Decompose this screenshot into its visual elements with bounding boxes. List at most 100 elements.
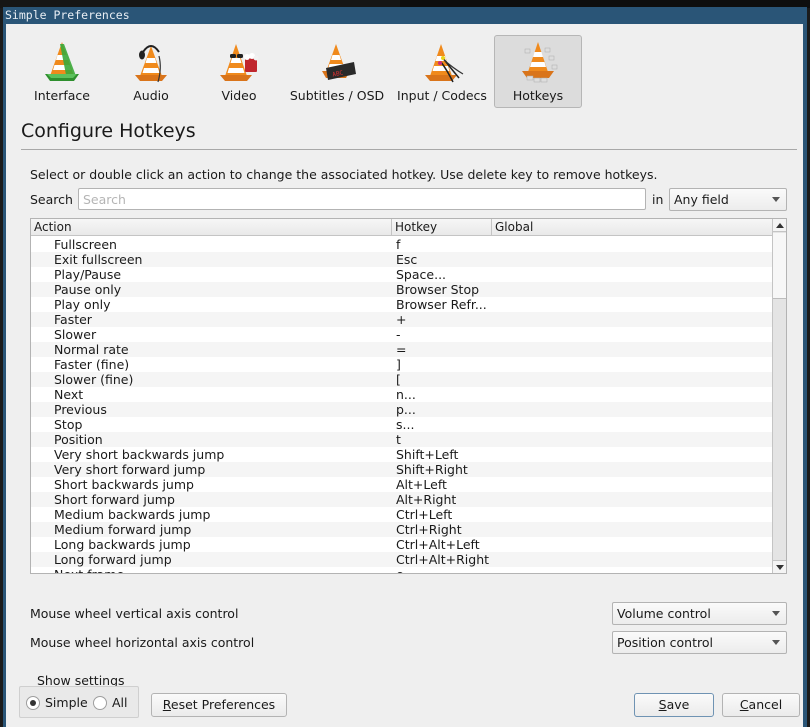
table-row[interactable]: Very short backwards jump Shift+Left — [31, 447, 773, 462]
table-row[interactable]: Position t — [31, 432, 773, 447]
hotkey-cell: [ — [396, 372, 401, 387]
search-field-value: Any field — [674, 192, 729, 207]
global-cell — [492, 342, 773, 357]
global-cell — [492, 522, 773, 537]
mnemonic: C — [739, 697, 749, 712]
action-cell: Stop — [54, 417, 83, 432]
wheel-vertical-value: Volume control — [617, 606, 711, 621]
global-cell — [492, 237, 773, 252]
action-cell: Pause only — [54, 282, 122, 297]
category-video[interactable]: Video — [194, 35, 284, 108]
table-row[interactable]: Play only Browser Refr... — [31, 297, 773, 312]
action-cell: Next — [54, 387, 84, 402]
scrollbar-thumb[interactable] — [773, 233, 786, 299]
chevron-down-icon — [772, 640, 780, 645]
radio-indicator-unchecked[interactable] — [93, 695, 107, 710]
action-cell: Fullscreen — [54, 237, 117, 252]
global-cell — [492, 372, 773, 387]
action-cell: Medium forward jump — [54, 522, 192, 537]
global-cell — [492, 282, 773, 297]
wheel-vertical-label: Mouse wheel vertical axis control — [30, 606, 239, 621]
table-row[interactable]: Long backwards jump Ctrl+Alt+Left — [31, 537, 773, 552]
action-cell: Slower — [54, 327, 97, 342]
global-cell — [492, 312, 773, 327]
action-cell: Play only — [54, 297, 111, 312]
wheel-horizontal-value: Position control — [617, 635, 713, 650]
table-row[interactable]: Slower (fine) [ — [31, 372, 773, 387]
radio-indicator-checked[interactable] — [26, 695, 40, 710]
search-input[interactable] — [78, 188, 646, 210]
action-cell: Faster — [54, 312, 92, 327]
category-toolbar: Interface Audio Video ABC Subtitles / OS… — [16, 35, 582, 109]
category-label: Hotkeys — [512, 88, 564, 103]
table-row[interactable]: Stop s... — [31, 417, 773, 432]
table-row[interactable]: Medium forward jump Ctrl+Right — [31, 522, 773, 537]
category-interface[interactable]: Interface — [16, 35, 108, 108]
table-vertical-scrollbar[interactable] — [772, 219, 786, 573]
action-cell: Long forward jump — [54, 552, 172, 567]
table-row[interactable]: Fullscreen f — [31, 237, 773, 252]
category-hotkeys[interactable]: Hotkeys — [494, 35, 582, 108]
category-audio[interactable]: Audio — [108, 35, 194, 108]
category-input-codecs[interactable]: Input / Codecs — [390, 35, 494, 108]
action-cell: Medium backwards jump — [54, 507, 211, 522]
category-label: Input / Codecs — [397, 88, 487, 103]
global-cell — [492, 567, 773, 573]
table-row[interactable]: Faster (fine)] — [31, 357, 773, 372]
wheel-horizontal-label: Mouse wheel horizontal axis control — [30, 635, 255, 650]
column-header-global[interactable]: Global — [492, 219, 773, 236]
action-cell: Slower (fine) — [54, 372, 134, 387]
radio-all[interactable]: All — [93, 695, 128, 710]
cancel-button[interactable]: Cancel — [722, 693, 800, 717]
table-row[interactable]: Pause only Browser Stop — [31, 282, 773, 297]
hotkeys-hint: Select or double click an action to chan… — [30, 167, 658, 182]
mnemonic: R — [162, 697, 171, 712]
scroll-up-button[interactable] — [773, 219, 786, 232]
hotkey-cell: Shift+Left — [396, 447, 459, 462]
column-header-hotkey[interactable]: Hotkey — [392, 219, 492, 236]
hotkey-cell: n... — [396, 387, 416, 402]
table-body: Fullscreen f Exit fullscreen Esc Play/Pause S… — [31, 237, 773, 573]
table-row[interactable]: Previous p... — [31, 402, 773, 417]
chevron-down-icon — [772, 611, 780, 616]
page-title: Configure Hotkeys — [21, 120, 196, 142]
radio-simple[interactable]: Simple — [26, 695, 88, 710]
table-row[interactable]: Next n... — [31, 387, 773, 402]
table-row[interactable]: Exit fullscreen Esc — [31, 252, 773, 267]
action-cell: Short forward jump — [54, 492, 175, 507]
vlc-cone-audio-icon — [135, 45, 167, 83]
table-row[interactable]: Very short forward jump Shift+Right — [31, 462, 773, 477]
table-row[interactable]: Short forward jump Alt+Right — [31, 492, 773, 507]
hotkey-cell: ] — [396, 357, 401, 372]
search-field-select[interactable]: Any field — [669, 188, 787, 211]
category-label: Subtitles / OSD — [289, 88, 385, 103]
action-cell: Very short backwards jump — [54, 447, 225, 462]
wheel-horizontal-select[interactable]: Position control — [612, 631, 787, 654]
table-row[interactable]: Long forward jump Ctrl+Alt+Right — [31, 552, 773, 567]
table-row[interactable]: Next framee... — [31, 567, 773, 573]
hotkey-cell: Ctrl+Left — [396, 507, 453, 522]
reset-preferences-button[interactable]: Reset Preferences — [151, 693, 287, 717]
hotkey-cell: s... — [396, 417, 415, 432]
table-row[interactable]: Medium backwards jump Ctrl+Left — [31, 507, 773, 522]
scroll-down-button[interactable] — [773, 560, 786, 573]
table-row[interactable]: Faster + — [31, 312, 773, 327]
table-row[interactable]: Normal rate = — [31, 342, 773, 357]
hotkey-cell: + — [396, 312, 407, 327]
save-button[interactable]: Save — [634, 693, 714, 717]
table-row[interactable]: Short backwards jump Alt+Left — [31, 477, 773, 492]
global-cell — [492, 417, 773, 432]
category-subtitles-osd[interactable]: ABC Subtitles / OSD — [284, 35, 390, 108]
table-row[interactable]: Slower - — [31, 327, 773, 342]
hotkey-cell: Browser Refr... — [396, 297, 487, 312]
global-cell — [492, 432, 773, 447]
hotkey-cell: t — [396, 432, 401, 447]
window-title[interactable]: Simple Preferences — [3, 7, 807, 24]
table-row[interactable]: Play/Pause Space... — [31, 267, 773, 282]
column-header-action[interactable]: Action — [31, 219, 392, 236]
table-header: Action Hotkey Global — [31, 219, 773, 236]
action-cell: Long backwards jump — [54, 537, 191, 552]
hotkey-cell: Ctrl+Alt+Left — [396, 537, 480, 552]
hotkeys-table[interactable]: Action Hotkey Global Fullscreen f Exit ful… — [30, 218, 787, 574]
wheel-vertical-select[interactable]: Volume control — [612, 602, 787, 625]
